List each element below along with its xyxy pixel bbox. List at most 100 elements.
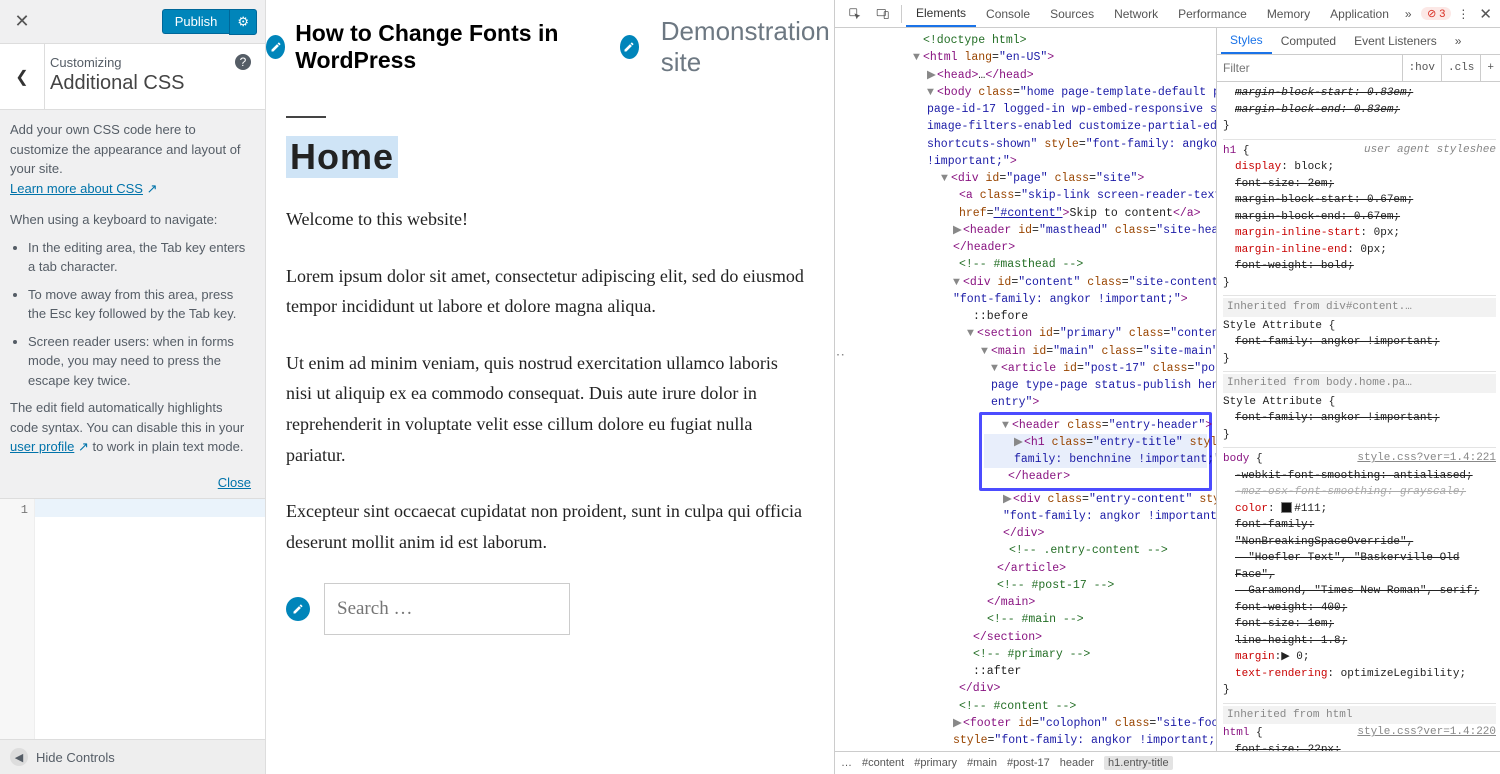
dom-node[interactable]: <main id="main" class="site-main"> xyxy=(991,345,1216,358)
rule-source-link[interactable]: style.css?ver=1.4:220 xyxy=(1357,724,1496,741)
hide-controls-button[interactable]: ◀ Hide Controls xyxy=(0,739,265,774)
site-tagline[interactable]: Demonstration site xyxy=(661,16,834,78)
hov-toggle[interactable]: :hov xyxy=(1402,55,1441,81)
elements-breadcrumb[interactable]: … #content #primary #main #post-17 heade… xyxy=(835,751,1500,774)
inherited-divider: Inherited from html xyxy=(1223,706,1496,725)
kb-bullet: Screen reader users: when in forms mode,… xyxy=(28,332,251,391)
keyboard-heading: When using a keyboard to navigate: xyxy=(10,210,251,230)
paragraph: Lorem ipsum dolor sit amet, consectetur … xyxy=(286,261,806,322)
tab-console[interactable]: Console xyxy=(976,0,1040,27)
kb-bullet: In the editing area, the Tab key enters … xyxy=(28,238,251,277)
subtab-eventlisteners[interactable]: Event Listeners xyxy=(1345,28,1446,54)
css-selector[interactable]: html xyxy=(1223,727,1249,739)
dom-node[interactable]: <head>…</head> xyxy=(937,69,1034,82)
elements-tree[interactable]: ⋯ <!doctype html> ▼<html lang="en-US"> ▶… xyxy=(835,28,1216,751)
crumb-item[interactable]: … xyxy=(841,757,852,769)
site-preview: How to Change Fonts in WordPress Demonst… xyxy=(266,0,834,774)
crumb-item[interactable]: #main xyxy=(967,757,997,769)
devtools-tabbar: Elements Console Sources Network Perform… xyxy=(835,0,1500,28)
search-input[interactable] xyxy=(324,583,570,635)
paragraph: Excepteur sint occaecat cupidatat non pr… xyxy=(286,496,806,557)
edit-shortcut-icon[interactable] xyxy=(620,35,639,59)
edit-shortcut-icon[interactable] xyxy=(266,35,285,59)
tabs-overflow[interactable]: » xyxy=(1405,7,1412,21)
rule-origin: user agent styleshee xyxy=(1364,142,1496,159)
paragraph: Ut enim ad minim veniam, quis nostrud ex… xyxy=(286,348,806,470)
dom-node[interactable]: <div id="page" class="site"> xyxy=(951,172,1144,185)
preview-site-header: How to Change Fonts in WordPress Demonst… xyxy=(266,0,834,78)
dom-comment: <!-- #masthead --> xyxy=(959,258,1083,271)
dom-node[interactable]: <div id="content" class="site-content" s… xyxy=(963,276,1216,289)
dom-node[interactable]: <header id="masthead" class="site-header… xyxy=(963,224,1216,237)
crumb-item[interactable]: #primary xyxy=(914,757,957,769)
inspect-icon[interactable] xyxy=(847,6,863,22)
subtab-computed[interactable]: Computed xyxy=(1272,28,1345,54)
dom-node[interactable]: <header class="entry-header"> xyxy=(1012,419,1212,432)
cls-toggle[interactable]: .cls xyxy=(1441,55,1480,81)
css-code-editor[interactable]: 1 xyxy=(0,498,265,774)
gutter-ellipsis-icon[interactable]: ⋯ xyxy=(835,346,843,367)
entry-title: Home xyxy=(286,136,398,178)
crumb-item[interactable]: #content xyxy=(862,757,904,769)
css-selector[interactable]: body xyxy=(1223,453,1249,465)
dom-node[interactable]: <section id="primary" class="content-are… xyxy=(977,327,1216,340)
publish-button[interactable]: Publish xyxy=(162,9,230,34)
panel-header: ❮ Customizing ? Additional CSS xyxy=(0,44,265,110)
autohl-text-a: The edit field automatically highlights … xyxy=(10,400,244,435)
css-prop[interactable]: margin-block-start: 0.83em; xyxy=(1235,87,1413,99)
device-toggle-icon[interactable] xyxy=(875,6,891,22)
rule-source-link[interactable]: style.css?ver=1.4:221 xyxy=(1357,450,1496,467)
dom-pseudo[interactable]: ::before xyxy=(973,310,1028,323)
devtools-panel: Elements Console Sources Network Perform… xyxy=(834,0,1500,774)
tab-sources[interactable]: Sources xyxy=(1040,0,1104,27)
css-selector[interactable]: Style Attribute xyxy=(1223,320,1322,332)
close-description-link[interactable]: Close xyxy=(218,475,251,490)
css-selector[interactable]: h1 xyxy=(1223,145,1236,157)
site-title[interactable]: How to Change Fonts in WordPress xyxy=(295,20,607,74)
tab-application[interactable]: Application xyxy=(1320,0,1399,27)
styles-panel: Styles Computed Event Listeners » :hov .… xyxy=(1216,28,1500,751)
tab-elements[interactable]: Elements xyxy=(906,0,976,27)
crumb-item[interactable]: #post-17 xyxy=(1007,757,1050,769)
crumb-item[interactable]: header xyxy=(1060,757,1094,769)
desc-text: Add your own CSS code here to customize … xyxy=(10,122,241,176)
subtabs-overflow[interactable]: » xyxy=(1446,28,1471,54)
error-count-badge[interactable]: 3 xyxy=(1421,7,1451,20)
close-customizer-button[interactable]: ✕ xyxy=(0,0,44,43)
dom-node[interactable]: <body class="home page-template-default … xyxy=(937,86,1216,99)
crumb-item[interactable]: h1.entry-title xyxy=(1104,756,1173,770)
user-profile-link[interactable]: user profile xyxy=(10,439,74,454)
dom-node-selected[interactable]: <h1 class="entry-title" style="font- xyxy=(1024,436,1216,449)
back-button[interactable]: ❮ xyxy=(0,44,45,109)
publish-group: Publish ⚙ xyxy=(162,9,257,35)
title-rule xyxy=(286,116,326,118)
css-selector[interactable]: Style Attribute xyxy=(1223,396,1322,408)
dom-node[interactable]: <a class="skip-link screen-reader-text" xyxy=(959,189,1216,202)
devtools-menu-icon[interactable]: ⋮ xyxy=(1457,7,1469,21)
publish-settings-button[interactable]: ⚙ xyxy=(229,9,257,35)
panel-description: Add your own CSS code here to customize … xyxy=(0,110,265,471)
styles-rules[interactable]: margin-block-start: 0.83em; margin-block… xyxy=(1217,82,1500,751)
edit-shortcut-icon[interactable] xyxy=(286,597,310,621)
code-active-line[interactable] xyxy=(28,499,265,517)
dom-node[interactable]: <article id="post-17" class="post-17 xyxy=(1001,362,1216,375)
dom-node[interactable]: <div class="entry-content" style= xyxy=(1013,493,1216,506)
dom-node[interactable]: <footer id="colophon" class="site-footer… xyxy=(963,717,1216,730)
tab-network[interactable]: Network xyxy=(1104,0,1168,27)
tab-performance[interactable]: Performance xyxy=(1168,0,1257,27)
dom-node[interactable]: <html lang="en-US"> xyxy=(923,51,1054,64)
gutter-line-number: 1 xyxy=(0,499,35,774)
styles-filter-bar: :hov .cls + xyxy=(1217,55,1500,82)
panel-eyebrow: Customizing xyxy=(50,55,122,70)
kb-bullet: To move away from this area, press the E… xyxy=(28,285,251,324)
subtab-styles[interactable]: Styles xyxy=(1221,28,1272,54)
tab-memory[interactable]: Memory xyxy=(1257,0,1320,27)
styles-filter-input[interactable] xyxy=(1217,61,1402,75)
dom-node[interactable]: <!doctype html> xyxy=(923,34,1027,47)
external-icon: ↗ xyxy=(147,181,158,196)
new-style-rule[interactable]: + xyxy=(1480,55,1500,81)
css-prop[interactable]: margin-block-end: 0.83em; xyxy=(1235,104,1400,116)
help-icon[interactable]: ? xyxy=(235,54,251,70)
devtools-close-button[interactable]: ✕ xyxy=(1479,5,1492,23)
learn-more-link[interactable]: Learn more about CSS xyxy=(10,181,143,196)
